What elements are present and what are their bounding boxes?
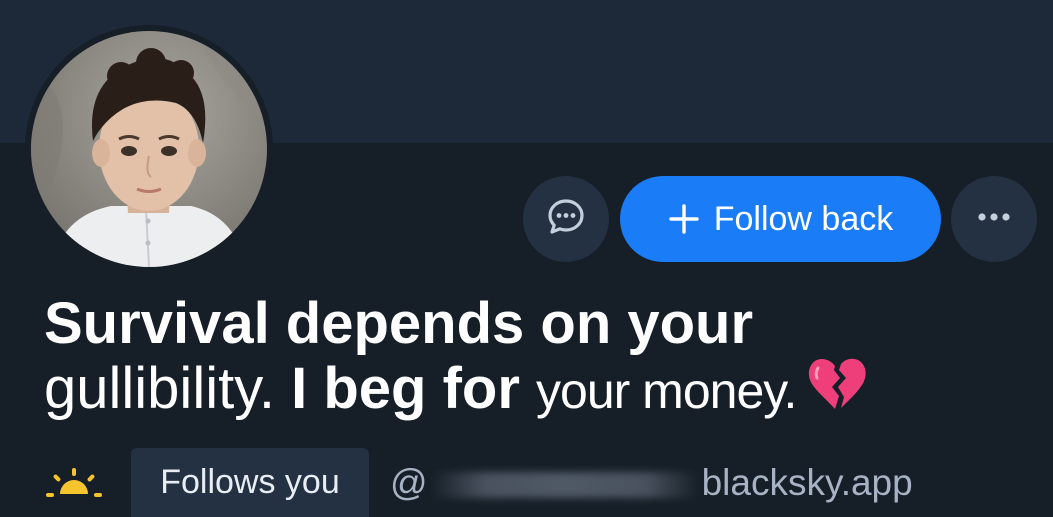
avatar[interactable]	[31, 31, 267, 267]
display-name-part2c: your money.	[536, 363, 797, 419]
message-button[interactable]	[523, 176, 609, 262]
handle-suffix: blacksky.app	[701, 462, 913, 503]
profile-header: Follow back Survival depends on your gul…	[0, 0, 1053, 517]
sunrise-icon	[46, 468, 102, 505]
display-name-part2a: gullibility.	[44, 356, 292, 421]
ellipsis-icon	[974, 210, 1014, 228]
handle-prefix: @	[390, 462, 428, 503]
follows-you-label: Follows you	[160, 463, 340, 501]
follow-back-button[interactable]: Follow back	[620, 176, 941, 262]
broken-heart-icon	[806, 356, 868, 427]
more-options-button[interactable]	[951, 176, 1037, 262]
display-name-line1: Survival depends on your	[44, 291, 754, 356]
profile-handle[interactable]: @ blacksky.app	[390, 462, 913, 504]
display-name: Survival depends on your gullibility. I …	[44, 292, 1034, 427]
redacted-handle	[429, 472, 700, 499]
follows-you-badge: Follows you	[131, 448, 369, 517]
follow-back-label: Follow back	[713, 199, 894, 238]
display-name-part2b: I beg for	[291, 356, 537, 421]
chat-bubble-icon	[546, 197, 586, 242]
plus-icon	[668, 203, 700, 235]
